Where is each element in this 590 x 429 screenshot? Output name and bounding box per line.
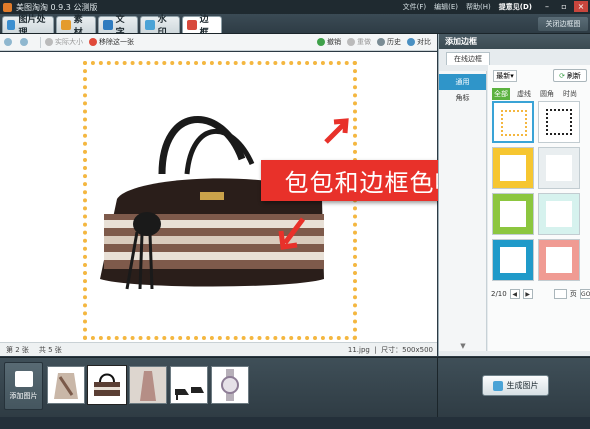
tab-online-borders[interactable]: 在线边框 <box>446 52 490 65</box>
wristwatch-image <box>221 369 239 401</box>
generate-image-icon <box>492 380 503 391</box>
sort-dropdown[interactable]: 最新 ▾ <box>493 70 517 82</box>
toolbar-divider <box>40 36 41 48</box>
footer-bar <box>0 417 590 429</box>
tab-watermark[interactable]: 水印 <box>140 15 180 38</box>
go-button[interactable]: GO <box>579 289 590 299</box>
window-controls: – ▫ × <box>540 1 588 12</box>
compare-icon <box>407 38 415 46</box>
border-frame-icon <box>187 20 197 30</box>
chevron-down-icon: ▾ <box>510 72 514 80</box>
zoom-in-icon[interactable] <box>4 38 14 46</box>
text-a-icon <box>103 20 113 30</box>
close-icon[interactable]: × <box>574 1 588 12</box>
history-icon <box>377 38 385 46</box>
image-process-icon <box>7 20 16 30</box>
film-thumb[interactable] <box>211 366 249 404</box>
frame-thumb-black-star[interactable] <box>538 101 580 143</box>
prev-page-button[interactable]: ◀ <box>509 289 520 299</box>
undo-button[interactable]: 撤销 <box>317 37 341 47</box>
undo-icon <box>317 38 325 46</box>
border-gallery: 最新 ▾ ⟳ 刷新 全部 虚线 圆角 时尚 2/10 ◀ ▶ 页 GO <box>488 65 590 351</box>
frame-thumb-mint[interactable] <box>538 193 580 235</box>
border-panel: 添加边框 在线边框 通用 角标 ▼ 最新▾ ⟳ 刷新 全部 虚线 圆角 时尚 <box>438 34 590 356</box>
panel-title: 添加边框 <box>439 34 590 49</box>
menu-feedback[interactable]: 提意见(D) <box>499 2 532 12</box>
current-index: 第 2 张 <box>6 345 29 354</box>
menu-file[interactable]: 文件(F) <box>403 2 427 12</box>
frame-thumb-white[interactable] <box>538 147 580 189</box>
module-tabs: 图片处理 素材 文字 水印 边框 关闭边框图 <box>0 14 590 38</box>
actual-size-icon <box>45 38 53 46</box>
app-title: 美图淘淘 0.9.3 公测版 <box>16 2 98 12</box>
menu-help[interactable]: 帮助(H) <box>466 2 491 12</box>
scarf-image <box>54 373 78 399</box>
redo-icon <box>347 38 355 46</box>
remove-one-button[interactable]: 移除这一张 <box>89 37 134 47</box>
add-image-icon <box>14 371 33 387</box>
zoom-out-icon[interactable] <box>20 38 30 46</box>
film-thumb-selected[interactable] <box>87 365 127 405</box>
redo-button[interactable]: 重做 <box>347 37 371 47</box>
watermark-icon <box>145 20 155 30</box>
tab-text[interactable]: 文字 <box>98 15 138 38</box>
style-filters: 全部 虚线 圆角 时尚 <box>492 88 579 100</box>
gallery-pager: 2/10 ◀ ▶ 页 GO <box>491 289 590 299</box>
frame-thumb-yellow[interactable] <box>492 147 534 189</box>
minimize-icon[interactable]: – <box>540 1 554 12</box>
scroll-down-icon[interactable]: ▼ <box>439 341 487 351</box>
tab-material[interactable]: 素材 <box>56 15 96 38</box>
page-unit-label: 页 <box>569 290 577 298</box>
frame-thumb-blue[interactable] <box>492 239 534 281</box>
tab-border[interactable]: 边框 <box>182 15 222 38</box>
dress-model-image <box>130 367 166 403</box>
material-icon <box>61 20 71 30</box>
image-info: 11.jpg | 尺寸：500x500 <box>347 345 433 354</box>
page-indicator: 2/10 <box>491 290 507 298</box>
film-thumb[interactable] <box>47 366 85 404</box>
generate-image-button[interactable]: 生成图片 <box>482 375 549 396</box>
status-bar: 第 2 张 共 5 张 11.jpg | 尺寸：500x500 <box>0 342 437 356</box>
arrow-down-left-icon <box>278 217 305 250</box>
film-thumb[interactable] <box>170 366 208 404</box>
page-number-input[interactable] <box>553 289 567 299</box>
canvas-toolbar: 实际大小 移除这一张 撤销 重做 历史 对比 <box>0 34 437 51</box>
refresh-button[interactable]: ⟳ 刷新 <box>553 69 587 82</box>
menu-edit[interactable]: 编辑(E) <box>434 2 458 12</box>
arrow-up-right-icon <box>324 118 349 144</box>
film-thumb[interactable] <box>129 366 167 404</box>
high-heels-image <box>175 387 204 400</box>
strip-divider <box>437 358 438 418</box>
history-button[interactable]: 历史 <box>377 37 401 47</box>
filter-rounded[interactable]: 圆角 <box>538 88 556 100</box>
menu-bar: 文件(F) 编辑(E) 帮助(H) 提意见(D) <box>403 0 532 14</box>
filter-all[interactable]: 全部 <box>492 88 510 100</box>
filter-dashed[interactable]: 虚线 <box>515 88 533 100</box>
handbag-thumb-image <box>94 373 120 396</box>
filter-fashion[interactable]: 时尚 <box>561 88 579 100</box>
next-page-button[interactable]: ▶ <box>522 289 533 299</box>
tab-image-process[interactable]: 图片处理 <box>2 15 54 38</box>
close-border-button[interactable]: 关闭边框图 <box>538 17 588 31</box>
maximize-icon[interactable]: ▫ <box>557 1 571 12</box>
frame-thumb-dotted-star[interactable] <box>492 101 534 143</box>
compare-button[interactable]: 对比 <box>407 37 431 47</box>
category-general[interactable]: 通用 <box>439 74 486 90</box>
category-corner[interactable]: 角标 <box>439 90 486 106</box>
frame-thumb-pink[interactable] <box>538 239 580 281</box>
actual-size-button[interactable]: 实际大小 <box>45 37 83 47</box>
total-count: 共 5 张 <box>38 345 62 354</box>
image-strip: 添加图片 生成图片 <box>0 357 590 418</box>
add-image-button[interactable]: 添加图片 <box>4 362 43 410</box>
frame-thumb-green[interactable] <box>492 193 534 235</box>
remove-icon <box>89 38 97 46</box>
category-list: 通用 角标 ▼ <box>439 71 487 351</box>
refresh-icon: ⟳ <box>559 71 565 80</box>
app-logo-icon <box>3 2 12 12</box>
